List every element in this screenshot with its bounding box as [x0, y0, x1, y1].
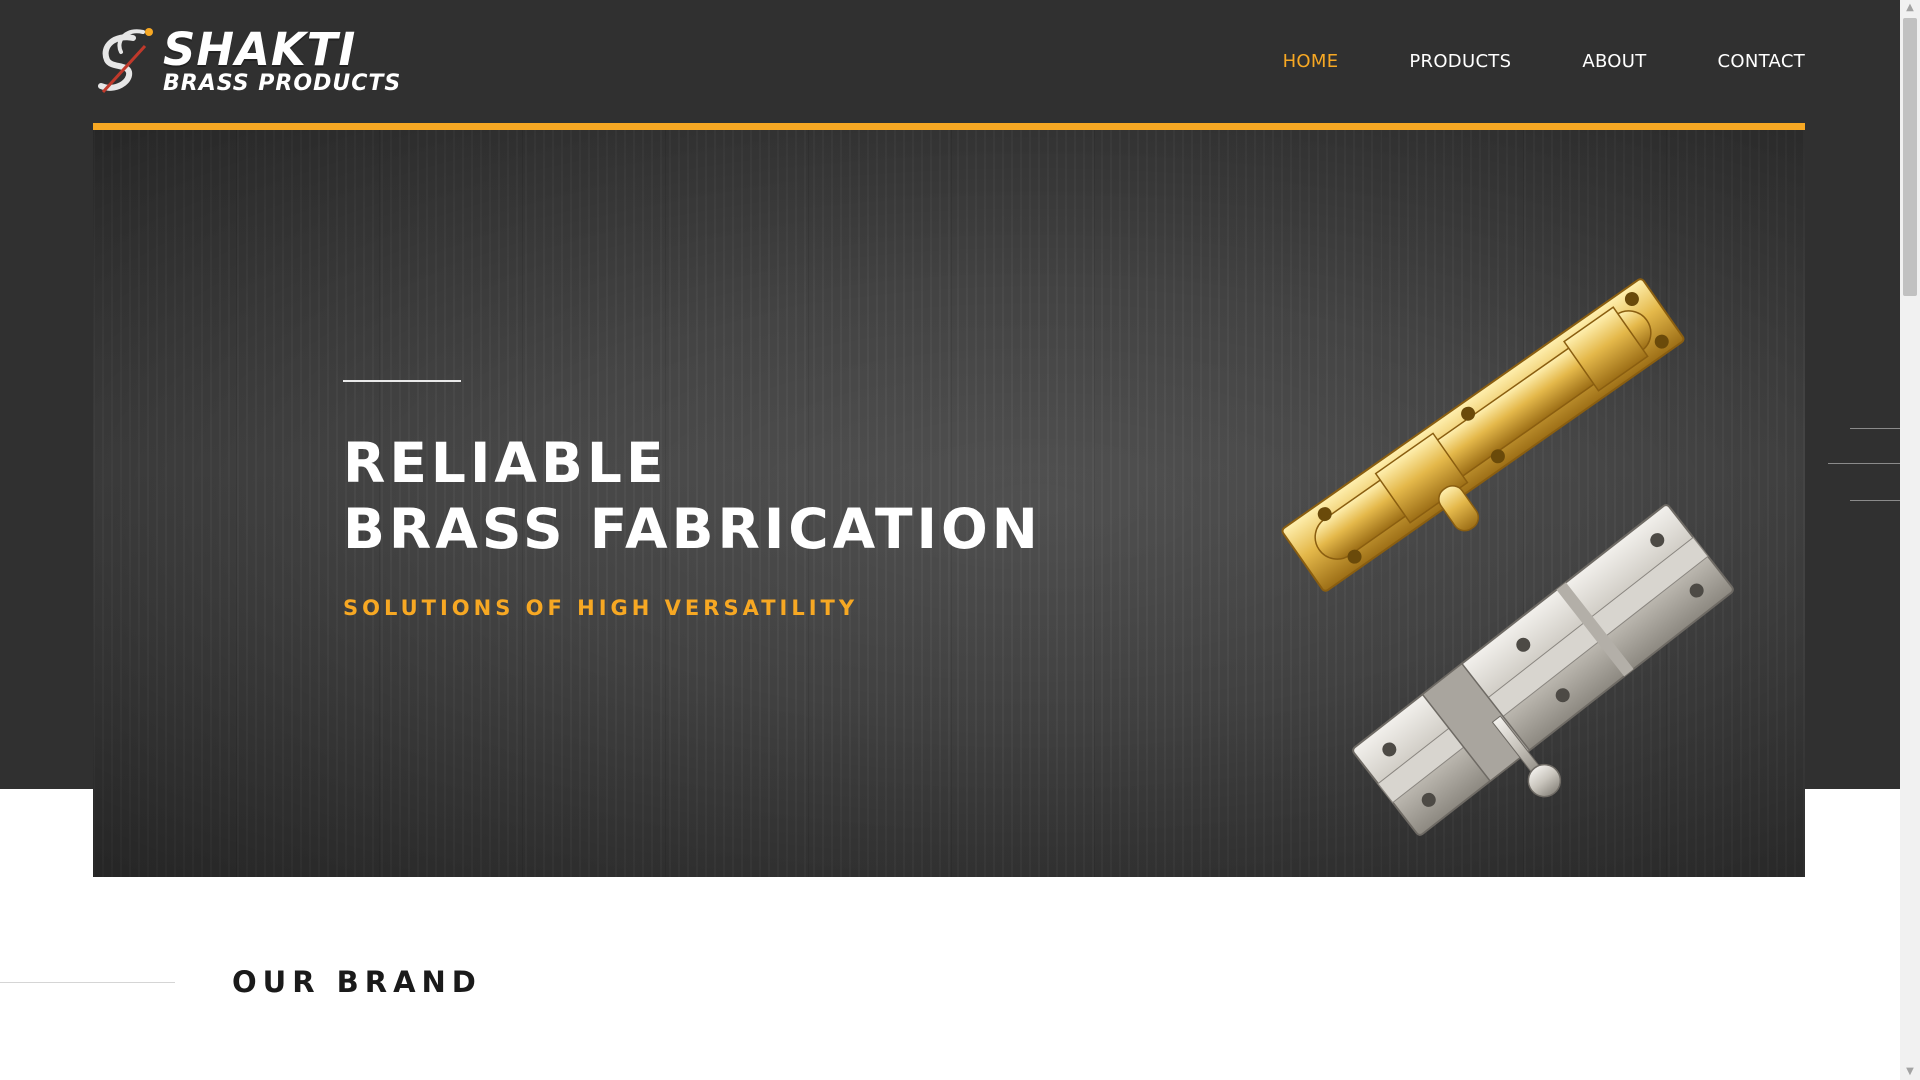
main-nav: HOME PRODUCTS ABOUT CONTACT	[1212, 51, 1805, 73]
brass-tower-bolts-image	[1281, 278, 1734, 836]
nav-contact[interactable]: CONTACT	[1718, 51, 1805, 73]
site-logo[interactable]: SHAKTI BRASS PRODUCTS	[93, 26, 413, 96]
logo-tagline: BRASS PRODUCTS	[163, 71, 402, 96]
hero-banner: RELIABLE BRASS FABRICATION SOLUTIONS OF …	[93, 123, 1805, 877]
hero-divider	[343, 380, 461, 382]
arrow-down-icon[interactable]: ▼	[1900, 1064, 1920, 1080]
nav-about[interactable]: ABOUT	[1582, 51, 1646, 73]
brand-section-title: OUR BRAND	[232, 965, 482, 999]
hero-title-line2: BRASS FABRICATION	[343, 497, 1042, 561]
page-scrollbar[interactable]: ▲ ▼	[1900, 0, 1920, 1080]
hero-subtitle: SOLUTIONS OF HIGH VERSATILITY	[343, 596, 859, 620]
arrow-up-icon[interactable]: ▲	[1900, 0, 1920, 16]
hero-title: RELIABLE BRASS FABRICATION	[343, 430, 1042, 562]
sb-monogram-icon	[98, 28, 153, 94]
nav-products[interactable]: PRODUCTS	[1409, 51, 1511, 73]
scrollbar-thumb[interactable]	[1903, 18, 1917, 296]
brand-section-rule	[0, 982, 175, 983]
nav-home[interactable]: HOME	[1283, 51, 1339, 73]
logo-brand-name: SHAKTI	[163, 23, 357, 76]
side-decoration-lines	[1828, 425, 1900, 505]
hero-title-line1: RELIABLE	[343, 431, 668, 495]
